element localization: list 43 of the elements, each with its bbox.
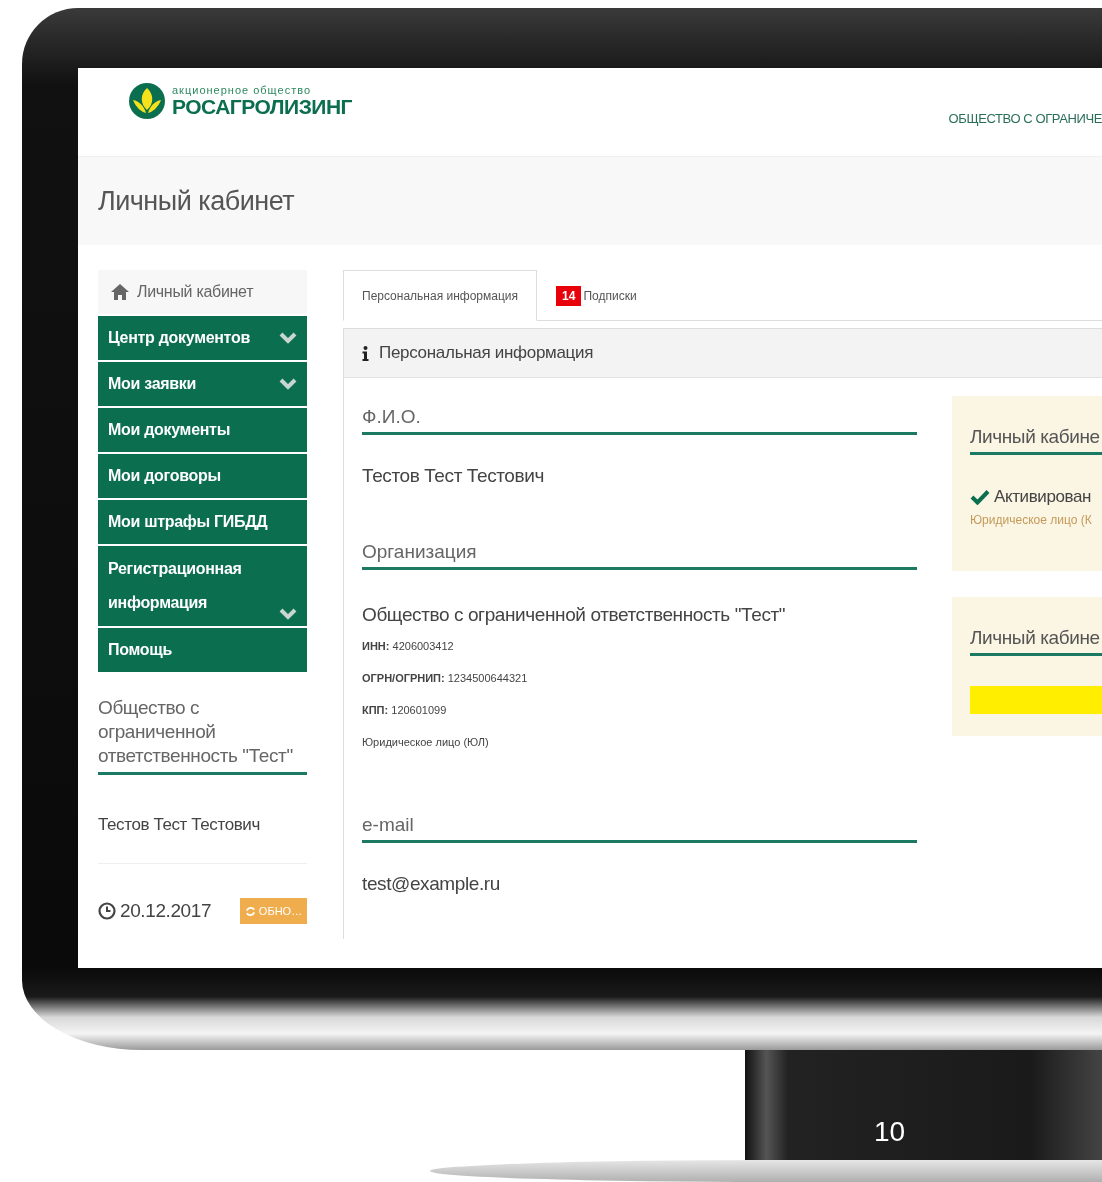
status-text: Активирован xyxy=(994,487,1091,507)
sidebar-menu-item[interactable]: Регистрационная информация xyxy=(98,546,307,626)
home-link[interactable]: Личный кабинет xyxy=(98,270,307,314)
update-date: 20.12.2017 xyxy=(120,900,212,922)
card-title: Личный кабине xyxy=(970,627,1102,656)
refresh-icon xyxy=(244,905,256,917)
home-icon xyxy=(110,283,130,301)
clock-icon xyxy=(98,902,116,920)
entity-type-text: Юридическое лицо (ЮЛ) xyxy=(362,736,490,748)
leaf-logo-icon xyxy=(128,82,166,120)
field-label: Ф.И.О. xyxy=(362,396,917,435)
sidebar-menu-item[interactable]: Мои документы xyxy=(98,408,307,452)
sidebar-menu-item[interactable]: Мои штрафы ГИБДД xyxy=(98,500,307,544)
sidebar-menu-item[interactable]: Мои договоры xyxy=(98,454,307,498)
panel-title: Персональная информация xyxy=(379,343,594,363)
tab[interactable]: 14 Подписки xyxy=(537,270,656,321)
info-icon xyxy=(362,345,369,361)
field-label: Организация xyxy=(362,531,917,570)
sidebar-menu-item[interactable]: Мои заявки xyxy=(98,362,307,406)
card-note: Юридическое лицо (К xyxy=(970,513,1093,529)
detail-text: КПП: 120601099 xyxy=(362,704,448,716)
count-badge: 14 xyxy=(556,286,582,306)
check-icon xyxy=(970,489,990,505)
page-title: Личный кабинет xyxy=(98,185,295,217)
logo-caption: акционерное общество xyxy=(172,85,312,96)
tab[interactable]: Персональная информация xyxy=(343,270,538,321)
card-title: Личный кабине xyxy=(970,426,1102,455)
field-value: test@example.ru xyxy=(362,873,501,895)
organization-name[interactable]: ОБЩЕСТВО С ОГРАНИЧЕ xyxy=(948,110,1102,126)
chevron-down-icon xyxy=(279,378,297,390)
detail-text: ИНН: 4206003412 xyxy=(362,640,455,652)
detail-text: ОГРН/ОГРНИП: 1234500644321 xyxy=(362,672,529,684)
chevron-down-icon xyxy=(279,608,297,620)
field-value: Общество с ограниченной ответственность "Тест" xyxy=(362,604,787,626)
logo-wordmark: РОСАГРОЛИЗИНГ xyxy=(172,96,352,117)
chevron-down-icon xyxy=(279,332,297,344)
sidebar-menu-item[interactable]: Помощь xyxy=(98,628,307,672)
field-label: e-mail xyxy=(362,804,917,843)
user-name: Тестов Тест Тестович xyxy=(98,815,261,835)
field-value: Тестов Тест Тестович xyxy=(362,465,545,487)
company-name: Общество с ограниченной ответственность "Тест" xyxy=(98,696,307,775)
sidebar-menu-item[interactable]: Центр документов xyxy=(98,316,307,360)
slide-number: 10 xyxy=(873,1116,906,1148)
